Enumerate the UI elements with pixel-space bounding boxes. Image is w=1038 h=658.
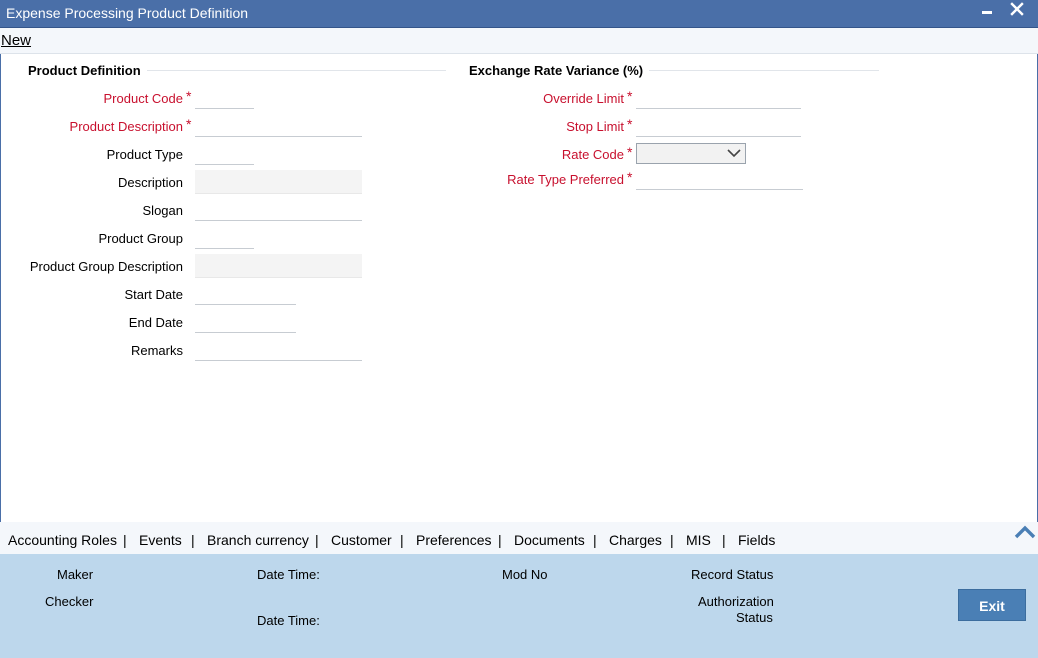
tab-separator: |: [670, 532, 674, 548]
minimize-icon[interactable]: [978, 0, 996, 23]
tab-separator: |: [315, 532, 319, 548]
tab-mis[interactable]: MIS: [686, 532, 711, 548]
tab-customer[interactable]: Customer: [331, 532, 392, 548]
mod-no-label: Mod No: [502, 567, 548, 582]
end-date-input[interactable]: [195, 309, 296, 333]
product-description-input[interactable]: [195, 113, 362, 137]
tab-separator: |: [123, 532, 127, 548]
product-group-description-input: [195, 254, 362, 278]
product-code-input[interactable]: [195, 85, 254, 109]
exit-button[interactable]: Exit: [958, 589, 1026, 621]
tab-documents[interactable]: Documents: [514, 532, 585, 548]
tab-charges[interactable]: Charges: [609, 532, 662, 548]
maker-label: Maker: [57, 567, 94, 582]
tab-separator: |: [191, 532, 195, 548]
remarks-label: Remarks: [130, 343, 183, 358]
tab-branch-currency[interactable]: Branch currency: [207, 532, 309, 548]
window-title: Expense Processing Product Definition: [6, 5, 249, 21]
remarks-input[interactable]: [195, 337, 362, 361]
end-date-label: End Date: [128, 315, 183, 330]
override-limit-label: Override Limit: [543, 91, 624, 106]
record-status-label: Record Status: [691, 567, 774, 582]
required-marker: *: [627, 169, 633, 185]
stop-limit-label: Stop Limit: [566, 119, 624, 134]
required-marker: *: [627, 88, 633, 104]
chevron-down-icon: [727, 144, 741, 162]
audit-footer: Maker Checker Date Time: Date Time: Mod …: [0, 554, 1038, 658]
tab-separator: |: [400, 532, 404, 548]
checker-label: Checker: [45, 594, 94, 609]
tab-separator: |: [593, 532, 597, 548]
product-description-label: Product Description: [69, 119, 183, 134]
slogan-label: Slogan: [142, 203, 183, 218]
product-type-label: Product Type: [106, 147, 183, 162]
authorization-status-label: Status: [736, 610, 773, 625]
product-type-input[interactable]: [195, 141, 254, 165]
new-menu-item[interactable]: New: [1, 32, 31, 49]
rate-code-select[interactable]: [636, 143, 746, 164]
tab-bar: Accounting Roles | Events | Branch curre…: [0, 522, 1038, 554]
tab-preferences[interactable]: Preferences: [416, 532, 491, 548]
product-group-input[interactable]: [195, 225, 254, 249]
tab-separator: |: [722, 532, 726, 548]
rate-type-preferred-label: Rate Type Preferred: [507, 172, 624, 187]
product-code-label: Product Code: [103, 91, 184, 106]
exchange-rate-variance-heading: Exchange Rate Variance (%): [469, 63, 650, 78]
required-marker: *: [627, 144, 633, 160]
rate-code-label: Rate Code: [561, 147, 624, 162]
stop-limit-input[interactable]: [636, 113, 801, 137]
override-limit-input[interactable]: [636, 85, 801, 109]
required-marker: *: [186, 116, 192, 132]
required-marker: *: [186, 88, 192, 104]
tab-accounting-roles[interactable]: Accounting Roles: [8, 532, 117, 548]
rate-type-preferred-input[interactable]: [636, 166, 803, 190]
description-label: Description: [117, 175, 183, 190]
tab-events[interactable]: Events: [139, 532, 182, 548]
checker-date-time-label: Date Time:: [257, 613, 320, 628]
start-date-input[interactable]: [195, 281, 296, 305]
product-definition-heading: Product Definition: [28, 63, 147, 78]
slogan-input[interactable]: [195, 197, 362, 221]
tab-separator: |: [498, 532, 502, 548]
menu-bar: New: [0, 28, 1038, 54]
required-marker: *: [627, 116, 633, 132]
authorization-label: Authorization: [698, 594, 774, 609]
start-date-label: Start Date: [124, 287, 183, 302]
chevron-up-icon[interactable]: [1014, 524, 1036, 540]
product-group-label: Product Group: [98, 231, 183, 246]
maker-date-time-label: Date Time:: [257, 567, 320, 582]
close-icon[interactable]: [1008, 0, 1026, 23]
title-bar: Expense Processing Product Definition: [0, 0, 1038, 28]
tab-fields[interactable]: Fields: [738, 532, 775, 548]
product-group-description-label: Product Group Description: [29, 259, 183, 274]
description-input: [195, 170, 362, 194]
